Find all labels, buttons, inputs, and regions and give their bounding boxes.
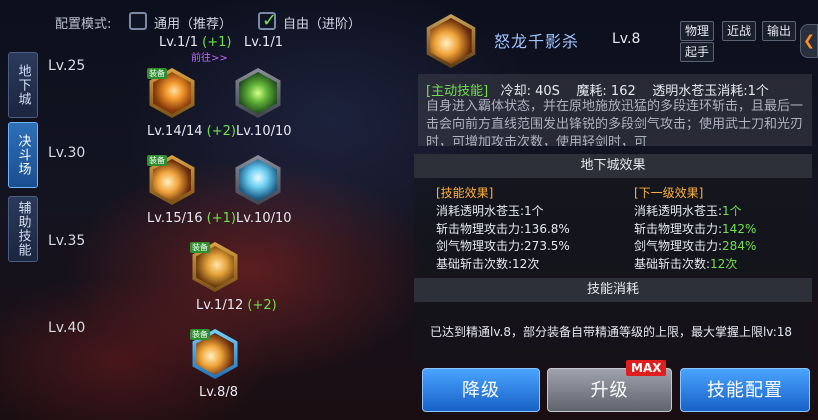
next-effect-row: 基础斩击次数:12次 xyxy=(634,257,738,271)
effect-row: 消耗透明水苍玉:1个 xyxy=(436,204,544,218)
current-effect-header: [技能效果] xyxy=(436,186,494,200)
goto-link[interactable]: 前往>> xyxy=(191,49,228,64)
next-effect-header: [下一级效果] xyxy=(634,186,704,200)
beast-roar-icon[interactable]: 装备 xyxy=(190,242,240,292)
tag-damage: 输出 xyxy=(762,21,797,41)
crescent-slash-icon[interactable]: 装备 xyxy=(147,155,197,205)
selected-skill-icon xyxy=(424,14,478,68)
skill-name: 怒龙千影杀 xyxy=(494,32,580,51)
dungeon-effect-title: 地下城效果 xyxy=(414,154,812,178)
effect-row: 基础斩击次数:12次 xyxy=(436,257,540,271)
collapse-arrow-icon[interactable]: ❮ xyxy=(800,24,818,58)
flame-strike-icon[interactable]: 装备 xyxy=(147,68,197,118)
skill-level: Lv.10/10 xyxy=(236,124,292,139)
next-effect-row: 剑气物理攻击力:284% xyxy=(634,239,757,253)
equip-badge: 装备 xyxy=(190,329,210,340)
skill-level: Lv.10/10 xyxy=(236,211,292,226)
equip-badge: 装备 xyxy=(147,155,167,166)
tab-aux-skills[interactable]: 辅助技能 xyxy=(8,196,38,262)
skill-stats-line: [主动技能] 冷却: 40S 魔耗: 162 透明水苍玉消耗:1个 xyxy=(426,84,769,99)
skill-level: Lv.1/1 (+1) xyxy=(159,35,232,50)
skill-level: Lv.15/16 (+1) xyxy=(147,211,236,226)
downgrade-button[interactable]: 降级 xyxy=(422,368,540,412)
tab-duel[interactable]: 决斗场 xyxy=(8,122,38,188)
effect-row: 斩击物理攻击力:136.8% xyxy=(436,222,570,236)
level-row-label: Lv.40 xyxy=(48,320,86,336)
mode-free-checkbox[interactable]: ✓ xyxy=(258,10,278,31)
tag-opener: 起手 xyxy=(680,42,715,62)
effect-row: 剑气物理攻击力:273.5% xyxy=(436,239,570,253)
level-row-label: Lv.30 xyxy=(48,145,86,161)
next-effect-row: 消耗透明水苍玉:1个 xyxy=(634,204,742,218)
mode-free-label[interactable]: 自由（进阶） xyxy=(283,13,361,32)
dragon-slash-icon[interactable]: 装备 xyxy=(190,329,240,379)
skill-level: Lv.1/1 xyxy=(244,35,283,50)
skill-level: Lv.8/8 xyxy=(199,385,238,400)
skill-config-button[interactable]: 技能配置 xyxy=(680,368,810,412)
green-blades-icon[interactable] xyxy=(233,68,283,118)
skill-cost-text: 已达到精通lv.8，部分装备自带精通等级的上限，最大掌握上限lv:18 xyxy=(430,325,793,339)
ice-spikes-icon[interactable] xyxy=(233,155,283,205)
max-badge: MAX xyxy=(626,360,667,376)
skill-cost-title: 技能消耗 xyxy=(414,278,812,302)
mode-general-checkbox[interactable] xyxy=(129,12,147,30)
skill-level: Lv.1/12 (+2) xyxy=(196,298,277,313)
skill-current-level: Lv.8 xyxy=(612,31,641,47)
mode-general-label[interactable]: 通用（推荐） xyxy=(154,13,232,32)
equip-badge: 装备 xyxy=(147,68,167,79)
skill-description: 自身进入霸体状态，并在原地施放迅猛的多段连环斩击，且最后一击会向前方直线范围发出… xyxy=(426,99,804,146)
level-row-label: Lv.35 xyxy=(48,233,86,249)
mode-label: 配置模式: xyxy=(55,17,112,32)
tag-melee: 近战 xyxy=(722,21,757,41)
skill-level: Lv.14/14 (+2) xyxy=(147,124,236,139)
check-icon: ✓ xyxy=(262,10,278,31)
next-effect-row: 斩击物理攻击力:142% xyxy=(634,222,757,236)
level-row-label: Lv.25 xyxy=(48,58,86,74)
equip-badge: 装备 xyxy=(190,242,210,253)
tag-physical: 物理 xyxy=(680,21,715,41)
tab-dungeon[interactable]: 地下城 xyxy=(8,52,38,118)
